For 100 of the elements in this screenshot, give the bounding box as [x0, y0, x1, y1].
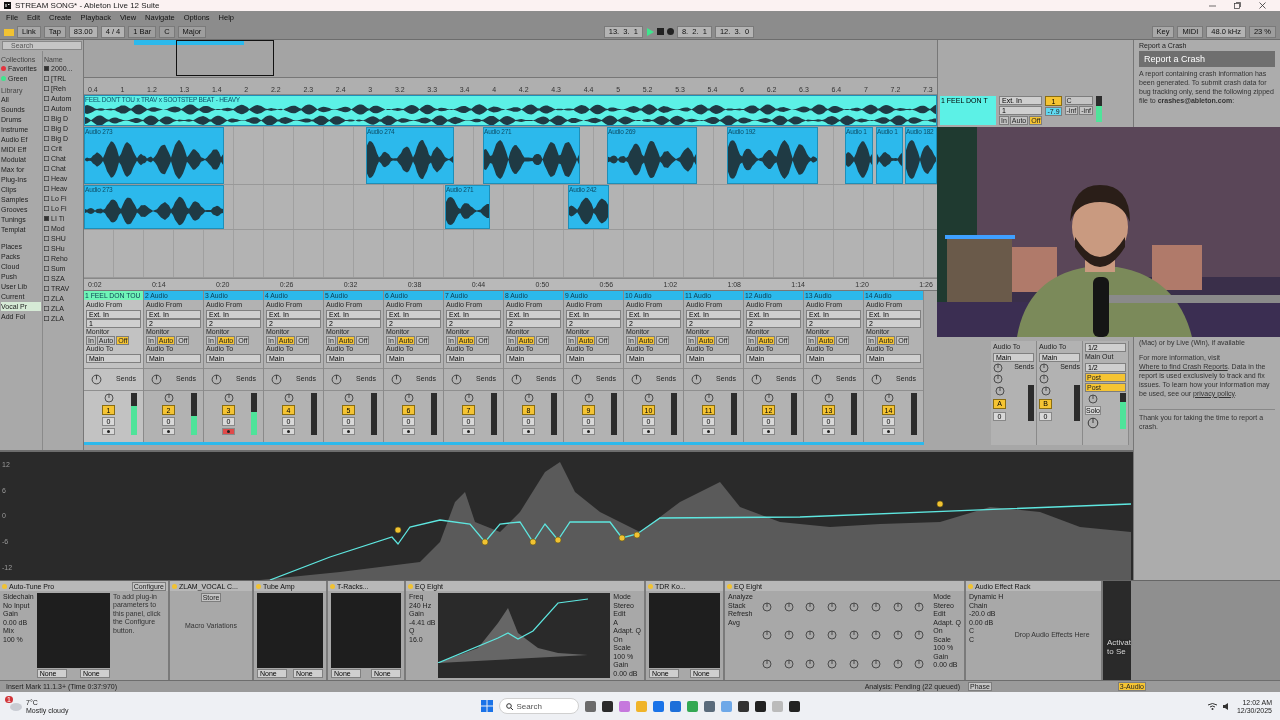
- app-logo-icon: [4, 2, 11, 9]
- record-arm-button[interactable]: [522, 428, 535, 435]
- band-knob[interactable]: [870, 658, 881, 669]
- record-arm-button[interactable]: [162, 428, 175, 435]
- send-knob[interactable]: [271, 374, 283, 385]
- send-knob[interactable]: [1039, 362, 1049, 373]
- pan-knob[interactable]: [1040, 385, 1051, 396]
- band-knob[interactable]: [892, 630, 903, 641]
- send-knob[interactable]: [91, 374, 103, 385]
- send-knob[interactable]: [631, 374, 643, 385]
- restore-icon[interactable]: [1234, 2, 1241, 9]
- send-knob[interactable]: [751, 374, 763, 385]
- band-knob[interactable]: [914, 602, 925, 613]
- taskbar-app-icon[interactable]: [601, 700, 613, 712]
- band-knob[interactable]: [805, 602, 816, 613]
- record-arm-button[interactable]: [282, 428, 295, 435]
- band-knob[interactable]: [892, 602, 903, 613]
- pan-knob[interactable]: [703, 393, 714, 403]
- send-knob[interactable]: [993, 373, 1003, 384]
- band-knob[interactable]: [761, 630, 772, 641]
- windows-logo-icon[interactable]: [480, 700, 493, 712]
- send-knob[interactable]: [1039, 373, 1049, 384]
- band-knob[interactable]: [827, 630, 838, 641]
- record-arm-button[interactable]: [402, 428, 415, 435]
- record-arm-button[interactable]: [102, 428, 115, 435]
- record-arm-button[interactable]: [222, 428, 235, 435]
- pan-knob[interactable]: [763, 393, 774, 403]
- band-knob[interactable]: [827, 602, 838, 613]
- record-dot-icon: [707, 430, 710, 433]
- band-knob[interactable]: [914, 658, 925, 669]
- record-arm-button[interactable]: [642, 428, 655, 435]
- record-arm-button[interactable]: [822, 428, 835, 435]
- send-knob[interactable]: [811, 374, 823, 385]
- record-arm-button[interactable]: [582, 428, 595, 435]
- search-icon: [505, 702, 513, 710]
- overview-viewport[interactable]: [176, 40, 274, 76]
- pan-knob[interactable]: [283, 393, 294, 403]
- band-knob[interactable]: [827, 658, 838, 669]
- weather-icon[interactable]: [8, 701, 22, 711]
- send-knob[interactable]: [391, 374, 403, 385]
- record-dot-icon: [107, 430, 110, 433]
- band-knob[interactable]: [805, 658, 816, 669]
- band-knob[interactable]: [849, 602, 860, 613]
- taskbar-app-icon[interactable]: [737, 700, 749, 712]
- level-meter: [551, 393, 557, 435]
- pan-knob[interactable]: [163, 393, 174, 403]
- level-meter: [371, 393, 377, 435]
- pan-knob[interactable]: [583, 393, 594, 403]
- send-knob[interactable]: [571, 374, 583, 385]
- band-knob[interactable]: [783, 658, 794, 669]
- search-field[interactable]: Search: [498, 698, 579, 714]
- pan-knob[interactable]: [463, 393, 474, 403]
- band-knob[interactable]: [761, 658, 772, 669]
- pan-knob[interactable]: [994, 385, 1005, 396]
- send-knob[interactable]: [331, 374, 343, 385]
- eq-display[interactable]: [438, 593, 611, 678]
- send-knob[interactable]: [871, 374, 883, 385]
- pan-knob[interactable]: [103, 393, 114, 403]
- stop-icon[interactable]: [656, 28, 664, 35]
- pan-knob[interactable]: [223, 393, 234, 403]
- pan-knob[interactable]: [1088, 393, 1098, 404]
- band-knob[interactable]: [892, 658, 903, 669]
- wifi-icon[interactable]: [1207, 702, 1217, 710]
- record-arm-button[interactable]: [702, 428, 715, 435]
- send-knob[interactable]: [691, 374, 703, 385]
- taskbar-app-icon[interactable]: [788, 700, 800, 712]
- pan-knob[interactable]: [643, 393, 654, 403]
- send-knob[interactable]: [451, 374, 463, 385]
- band-knob[interactable]: [849, 630, 860, 641]
- taskbar-app-icon[interactable]: [754, 700, 766, 712]
- activation-notice: to Se: [1107, 647, 1127, 656]
- band-knob[interactable]: [870, 602, 881, 613]
- record-arm-button[interactable]: [882, 428, 895, 435]
- band-knob[interactable]: [870, 630, 881, 641]
- record-arm-button[interactable]: [342, 428, 355, 435]
- send-knob[interactable]: [993, 362, 1003, 373]
- record-icon[interactable]: [666, 28, 674, 35]
- pan-knob[interactable]: [403, 393, 414, 403]
- pan-knob[interactable]: [523, 393, 534, 403]
- level-meter: [191, 393, 197, 435]
- send-knob[interactable]: [151, 374, 163, 385]
- band-knob[interactable]: [761, 602, 772, 613]
- send-knob[interactable]: [211, 374, 223, 385]
- band-knob[interactable]: [849, 658, 860, 669]
- record-arm-button[interactable]: [462, 428, 475, 435]
- speaker-icon[interactable]: [1222, 702, 1231, 710]
- level-meter: [851, 393, 857, 435]
- cue-knob[interactable]: [1087, 416, 1099, 429]
- send-knob[interactable]: [511, 374, 523, 385]
- record-dot-icon: [287, 430, 290, 433]
- record-arm-button[interactable]: [762, 428, 775, 435]
- level-meter: [431, 393, 437, 435]
- band-knob[interactable]: [805, 630, 816, 641]
- band-knob[interactable]: [783, 630, 794, 641]
- band-knob[interactable]: [783, 602, 794, 613]
- pan-knob[interactable]: [823, 393, 834, 403]
- close-icon[interactable]: [1259, 2, 1266, 9]
- pan-knob[interactable]: [883, 393, 894, 403]
- pan-knob[interactable]: [343, 393, 354, 403]
- band-knob[interactable]: [914, 630, 925, 641]
